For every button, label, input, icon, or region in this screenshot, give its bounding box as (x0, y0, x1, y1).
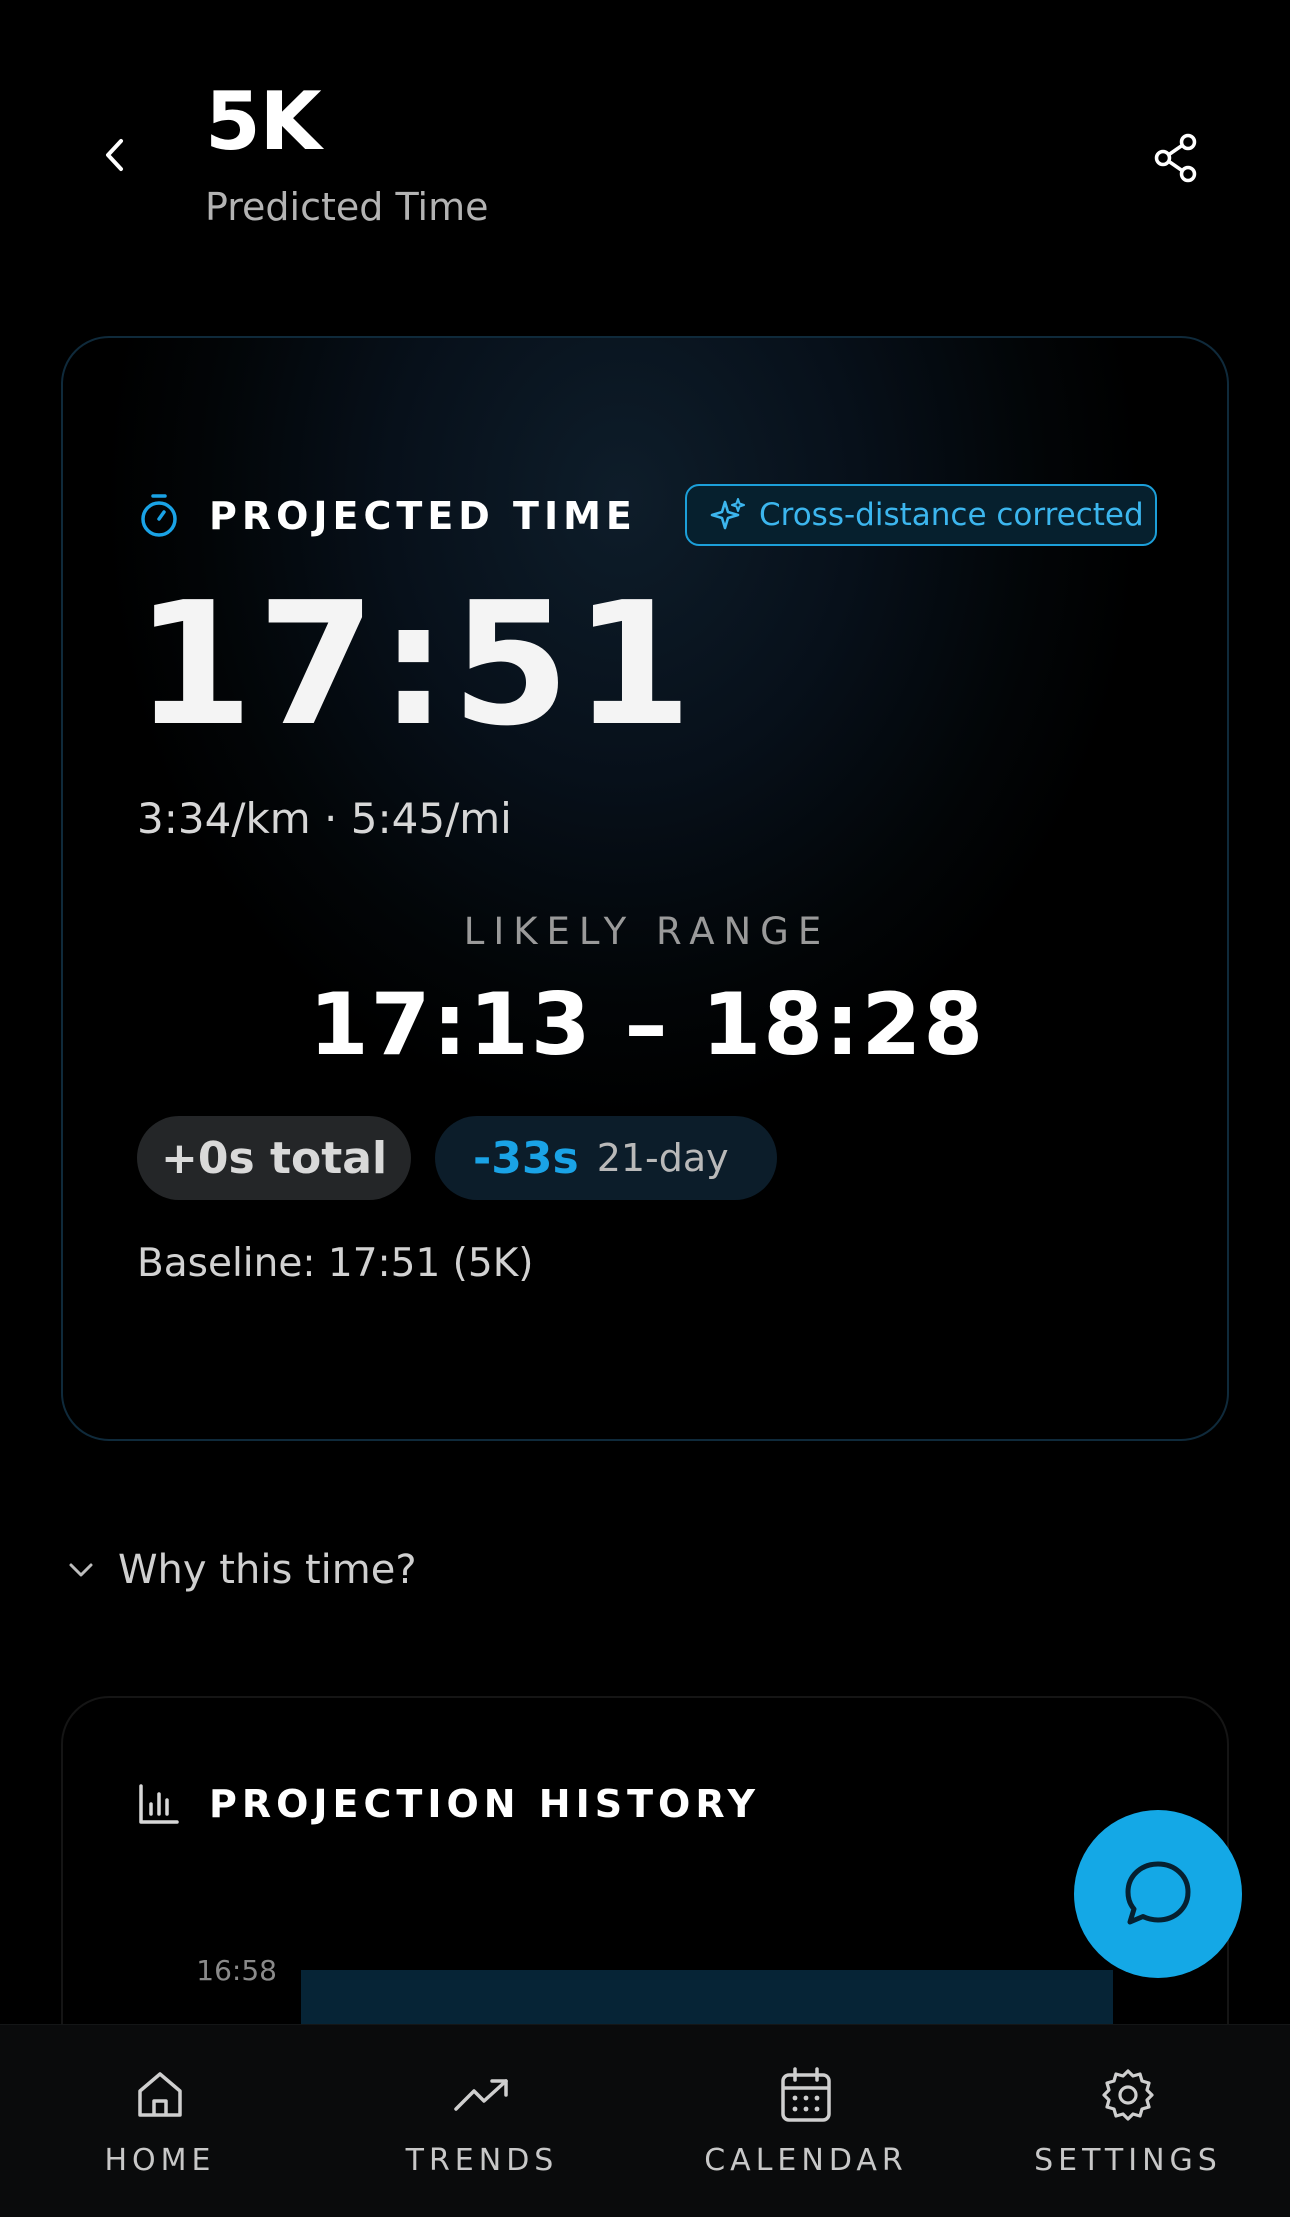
nav-item-calendar[interactable]: CALENDAR (696, 2025, 916, 2217)
back-button[interactable] (90, 125, 140, 185)
nav-label-trends: TRENDS (405, 2143, 559, 2178)
projection-card: PROJECTED TIME Cross-distance corrected … (61, 336, 1229, 1441)
header: 5K Predicted Time (0, 0, 1290, 260)
projected-time-value: 17:51 (135, 566, 697, 764)
share-icon (1154, 133, 1197, 183)
projection-header: PROJECTED TIME (137, 486, 637, 546)
nav-label-calendar: CALENDAR (704, 2143, 908, 2178)
chevron-down-icon (64, 1553, 98, 1587)
projected-time-label: PROJECTED TIME (209, 494, 637, 538)
chevron-left-icon (106, 139, 123, 171)
nav-label-settings: SETTINGS (1034, 2143, 1222, 2178)
delta-pill: -33s 21-day (435, 1116, 777, 1200)
total-change-pill: +0s total (137, 1116, 411, 1200)
bottom-navigation: HOME TRENDS CALENDAR SETTINGS (0, 2024, 1290, 2217)
gear-icon (1098, 2065, 1158, 2125)
delta-period: 21-day (596, 1136, 729, 1180)
nav-item-home[interactable]: HOME (80, 2025, 240, 2217)
why-this-time-toggle[interactable]: Why this time? (64, 1540, 417, 1600)
stopwatch-icon (137, 492, 181, 540)
nav-item-trends[interactable]: TRENDS (402, 2025, 562, 2217)
page-title: 5K (205, 75, 322, 168)
cross-distance-badge: Cross-distance corrected (685, 484, 1157, 546)
chat-bubble-icon (1125, 1861, 1191, 1925)
calendar-icon (776, 2065, 836, 2125)
nav-label-home: HOME (104, 2143, 216, 2178)
page-subtitle: Predicted Time (205, 185, 489, 229)
sparkles-icon (709, 496, 747, 534)
chat-button[interactable] (1074, 1810, 1242, 1978)
delta-value: -33s (473, 1132, 579, 1184)
trending-up-icon (452, 2065, 512, 2125)
badge-text: Cross-distance corrected (759, 497, 1144, 533)
likely-range-value: 17:13 – 18:28 (308, 975, 986, 1075)
nav-item-settings[interactable]: SETTINGS (1028, 2025, 1228, 2217)
baseline-text: Baseline: 17:51 (5K) (137, 1241, 534, 1286)
share-button[interactable] (1146, 128, 1206, 188)
y-tick-label: 16:58 (196, 1954, 277, 1987)
home-icon (130, 2065, 190, 2125)
why-this-time-label: Why this time? (118, 1547, 417, 1593)
likely-range-label: LIKELY RANGE (463, 910, 831, 953)
pace-text: 3:34/km · 5:45/mi (137, 794, 512, 843)
